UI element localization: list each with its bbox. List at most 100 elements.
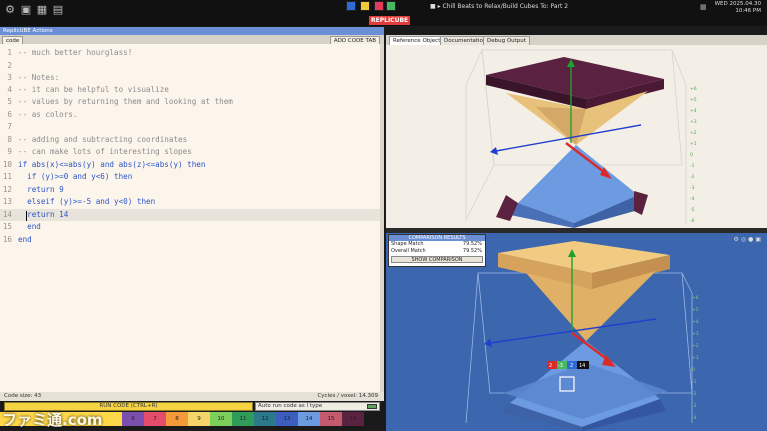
overall-match-label: Overall Match xyxy=(391,248,426,254)
auto-run-toggle-row[interactable]: Auto run code as I type xyxy=(255,402,380,411)
view-controls: ⚙◎●▣ xyxy=(733,236,763,243)
axis-tick-label: +6 xyxy=(690,86,697,92)
palette-swatch[interactable]: 13 xyxy=(276,412,298,426)
music-title: Chill Beats to Relax/Build Cubes To: Par… xyxy=(442,3,569,10)
palette-swatch[interactable]: 8 xyxy=(166,412,188,426)
axis-tick-label: +5 xyxy=(690,97,697,103)
show-comparison-button[interactable]: SHOW COMPARISON xyxy=(391,256,483,263)
axis-tick-label: -1 xyxy=(692,379,697,385)
overall-match-value: 79.52% xyxy=(462,248,482,254)
palette-swatch[interactable]: 14 xyxy=(298,412,320,426)
editor-tabs: code ADD CODE TAB xyxy=(0,35,384,44)
status-bar: Code size: 43 Cycles / voxel: 14.309 xyxy=(0,392,384,401)
settings-gear-icon[interactable]: ⚙ xyxy=(4,4,16,16)
code-line: 3 -- Notes: xyxy=(7,73,60,82)
reference-3d-view[interactable]: +6 +5 +4 +3 +2 +1 0 -1 -2 -3 -4 -5 -6 xyxy=(386,45,767,228)
blue-cube-icon[interactable] xyxy=(346,1,356,11)
system-tray: ▦ xyxy=(700,3,707,11)
axis-tick-label: +2 xyxy=(692,343,699,349)
code-line-active: 14 return 14 xyxy=(0,209,380,221)
reference-hourglass-render: +6 +5 +4 +3 +2 +1 0 -1 -2 -3 -4 -5 -6 xyxy=(465,48,697,228)
voxel-label-z: 2 xyxy=(570,363,573,369)
axis-tick-label: +3 xyxy=(692,331,699,337)
settings-gear-icon[interactable]: ⚙ xyxy=(733,236,740,243)
auto-run-toggle[interactable] xyxy=(367,404,377,409)
next-track-icon[interactable]: ▸ xyxy=(438,3,441,10)
axis-tick-label: 0 xyxy=(692,367,695,373)
reference-tabs: Reference Object Documentation Debug Out… xyxy=(386,35,767,45)
watermark-logo: ファミ通.com xyxy=(2,411,103,429)
reset-view-icon[interactable]: ◎ xyxy=(741,236,748,243)
tab-reference-object[interactable]: Reference Object xyxy=(389,36,445,45)
axis-tick-label: -6 xyxy=(690,218,695,224)
palette-swatch[interactable]: 15 xyxy=(320,412,342,426)
add-code-tab-button[interactable]: ADD CODE TAB xyxy=(329,36,380,44)
green-cube-icon[interactable] xyxy=(386,1,396,11)
stop-icon[interactable]: ■ xyxy=(430,3,436,10)
palette-swatch[interactable]: 6 xyxy=(122,412,144,426)
app-title[interactable]: REPLICUBE xyxy=(369,16,411,25)
clock-date: WED 2025.04.30 xyxy=(714,1,761,7)
comparison-results-panel: COMPARISON RESULTS Shape Match 79.52% Ov… xyxy=(388,234,486,267)
red-cube-icon[interactable] xyxy=(374,1,384,11)
tab-debug-output[interactable]: Debug Output xyxy=(483,36,530,45)
code-line: 15 end xyxy=(2,222,41,231)
cycles-per-voxel: Cycles / voxel: 14.309 xyxy=(317,393,378,399)
axis-tick-label: -4 xyxy=(692,415,697,421)
palette-swatch[interactable]: 11 xyxy=(232,412,254,426)
axis-tick-label: -3 xyxy=(692,403,697,409)
clock-time: 10:46 PM xyxy=(735,8,761,14)
palette-swatch[interactable]: 9 xyxy=(188,412,210,426)
yellow-cube-icon[interactable] xyxy=(360,1,370,11)
code-line: 13 elseif (y)>=-5 and y<0) then xyxy=(2,197,156,206)
axis-tick-label: -2 xyxy=(692,391,697,397)
axis-tick-label: +1 xyxy=(690,141,697,147)
code-line: 1 -- much better hourglass! xyxy=(7,48,133,57)
window-title: ReplicUBE Actions xyxy=(0,27,384,35)
code-line: 4 -- it can be helpful to visualize xyxy=(7,85,169,94)
music-player[interactable]: ■ ▸ Chill Beats to Relax/Build Cubes To:… xyxy=(430,3,568,10)
code-line: 11 if (y)>=0 and y<6) then xyxy=(2,172,133,181)
code-line: 6 -- as colors. xyxy=(7,110,78,119)
palette-swatch[interactable]: 12 xyxy=(254,412,276,426)
axis-tick-label: -1 xyxy=(690,163,695,169)
axis-tick-label: +4 xyxy=(692,319,699,325)
voxel-label-value: 14 xyxy=(579,363,585,369)
axis-tick-label: +2 xyxy=(690,130,697,136)
code-line: 9 -- can make lots of interesting slopes xyxy=(7,147,192,156)
network-icon[interactable]: ▦ xyxy=(700,3,707,11)
document-icon[interactable]: ▤ xyxy=(52,4,64,16)
code-line: 16 end xyxy=(2,235,32,244)
palette-swatch[interactable]: 7 xyxy=(144,412,166,426)
axis-tick-label: +3 xyxy=(690,119,697,125)
voxel-label-y: -3 xyxy=(558,363,563,369)
editor-scrollbar[interactable] xyxy=(380,44,384,392)
top-bar: ⚙ ▣ ▦ ▤ REPLICUBE ■ ▸ Chill Beats to Rel… xyxy=(0,0,767,26)
shape-match-label: Shape Match xyxy=(391,241,424,247)
code-line: 2 xyxy=(7,61,12,70)
axis-tick-label: +6 xyxy=(692,295,699,301)
code-line: 12 return 9 xyxy=(2,185,64,194)
palette-swatch[interactable]: 16 xyxy=(342,412,364,426)
axis-tick-label: -4 xyxy=(690,196,695,202)
palette-swatch[interactable]: 10 xyxy=(210,412,232,426)
shape-match-value: 79.52% xyxy=(462,241,482,247)
app-badges xyxy=(346,1,398,13)
fullscreen-icon[interactable]: ▣ xyxy=(755,236,763,243)
code-size: Code size: 43 xyxy=(4,393,42,399)
code-line: 7 xyxy=(7,122,12,131)
axis-tick-label: -3 xyxy=(690,185,695,191)
voxel-label-x: 2 xyxy=(549,363,552,369)
code-line: 5 -- values by returning them and looking… xyxy=(7,97,233,106)
axis-tick-label: 0 xyxy=(690,152,693,158)
axis-tick-label: -2 xyxy=(690,174,695,180)
code-line: 8 -- adding and subtracting coordinates xyxy=(7,135,188,144)
auto-run-label: Auto run code as I type xyxy=(258,403,323,409)
axis-tick-label: +4 xyxy=(690,108,697,114)
axis-tick-label: -5 xyxy=(690,207,695,213)
grid-icon[interactable]: ▦ xyxy=(36,4,48,16)
tab-code[interactable]: code xyxy=(2,36,24,44)
window-icon[interactable]: ▣ xyxy=(20,4,32,16)
code-editor[interactable]: 1 -- much better hourglass! 2 3 -- Notes: … xyxy=(0,44,380,392)
clock: WED 2025.04.30 10:46 PM xyxy=(715,1,761,15)
